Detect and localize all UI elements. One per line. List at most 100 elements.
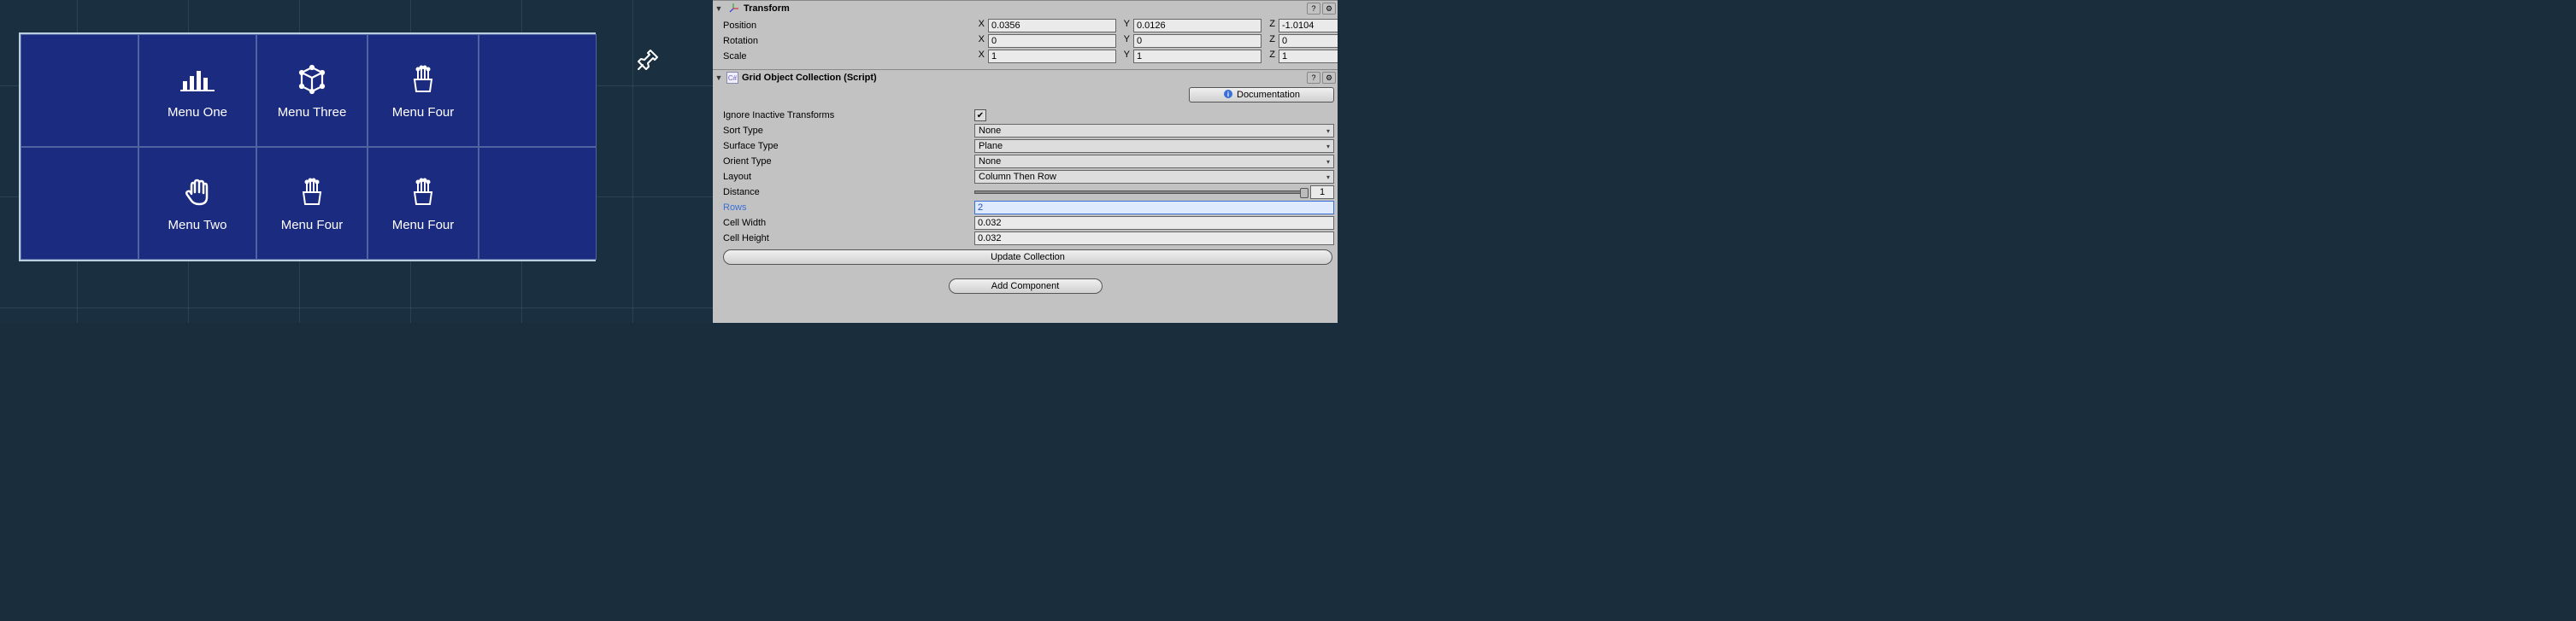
menu-two-label: Menu Two bbox=[168, 218, 227, 232]
layout-dropdown[interactable]: Column Then Row ▾ bbox=[974, 170, 1334, 184]
menu-four-a-label: Menu Four bbox=[392, 105, 455, 120]
transform-component: ▼ Transform ? ⚙ Position X Y Z bbox=[713, 0, 1338, 69]
sort-type-label: Sort Type bbox=[723, 126, 971, 136]
cell-width-row: Cell Width bbox=[723, 215, 1334, 231]
layout-value: Column Then Row bbox=[979, 172, 1056, 182]
add-component-button[interactable]: Add Component bbox=[949, 278, 1103, 294]
menu-four-b-label: Menu Four bbox=[281, 218, 344, 232]
settings-icon[interactable]: ⚙ bbox=[1322, 3, 1336, 15]
pin-icon[interactable] bbox=[636, 48, 660, 76]
orient-type-label: Orient Type bbox=[723, 156, 971, 167]
transform-icon bbox=[726, 2, 740, 15]
position-x-input[interactable] bbox=[988, 19, 1116, 32]
rows-label: Rows bbox=[723, 202, 971, 213]
rows-row: Rows bbox=[723, 200, 1334, 215]
surface-type-value: Plane bbox=[979, 141, 1003, 151]
menu-cell-two[interactable]: Menu Two bbox=[138, 147, 256, 260]
menu-one-label: Menu One bbox=[168, 105, 227, 120]
documentation-button[interactable]: i Documentation bbox=[1189, 87, 1334, 103]
orient-type-dropdown[interactable]: None ▾ bbox=[974, 155, 1334, 168]
cube-icon bbox=[295, 62, 329, 97]
chevron-down-icon: ▾ bbox=[1326, 127, 1330, 135]
transform-title: Transform bbox=[744, 3, 1303, 14]
slider-thumb[interactable] bbox=[1300, 188, 1309, 198]
grid-collection-component: ▼ C# Grid Object Collection (Script) ? ⚙… bbox=[713, 69, 1338, 272]
orient-type-row: Orient Type None ▾ bbox=[723, 154, 1334, 169]
settings-icon[interactable]: ⚙ bbox=[1322, 72, 1336, 84]
menu-cell-four-a[interactable]: Menu Four bbox=[368, 34, 479, 147]
transform-header[interactable]: ▼ Transform ? ⚙ bbox=[713, 1, 1338, 16]
hand-icon bbox=[180, 175, 215, 209]
help-button[interactable]: ? bbox=[1307, 3, 1320, 15]
scale-row: Scale X Y Z bbox=[723, 49, 1334, 64]
axis-x-label: X bbox=[974, 19, 985, 32]
menu-cell-blank-1 bbox=[21, 34, 138, 147]
scale-y-input[interactable] bbox=[1133, 50, 1262, 63]
hand-mesh-icon bbox=[406, 62, 440, 97]
chevron-down-icon: ▾ bbox=[1326, 158, 1330, 166]
chevron-down-icon: ▾ bbox=[1326, 143, 1330, 150]
position-label: Position bbox=[723, 21, 971, 31]
rows-input[interactable] bbox=[974, 201, 1334, 214]
grid-collection-header[interactable]: ▼ C# Grid Object Collection (Script) ? ⚙ bbox=[713, 70, 1338, 85]
orient-type-value: None bbox=[979, 156, 1001, 167]
foldout-icon[interactable]: ▼ bbox=[715, 73, 723, 82]
menu-panel-3d: Menu One Menu Three Menu Four Menu Two bbox=[19, 32, 596, 261]
svg-text:i: i bbox=[1227, 91, 1229, 98]
position-row: Position X Y Z bbox=[723, 18, 1334, 33]
ignore-inactive-checkbox[interactable]: ✔ bbox=[974, 109, 986, 121]
rotation-x-input[interactable] bbox=[988, 34, 1116, 48]
chevron-down-icon: ▾ bbox=[1326, 173, 1330, 181]
rotation-label: Rotation bbox=[723, 36, 971, 46]
cell-height-label: Cell Height bbox=[723, 233, 971, 243]
layout-label: Layout bbox=[723, 172, 971, 182]
axis-z-label: Z bbox=[1265, 19, 1275, 32]
distance-label: Distance bbox=[723, 187, 971, 197]
menu-cell-four-c[interactable]: Menu Four bbox=[368, 147, 479, 260]
inspector-panel: ▼ Transform ? ⚙ Position X Y Z bbox=[713, 0, 1338, 323]
menu-cell-three[interactable]: Menu Three bbox=[256, 34, 368, 147]
menu-cell-four-b[interactable]: Menu Four bbox=[256, 147, 368, 260]
script-icon: C# bbox=[726, 72, 738, 84]
rotation-row: Rotation X Y Z bbox=[723, 33, 1334, 49]
documentation-label: Documentation bbox=[1237, 90, 1300, 100]
bar-chart-icon bbox=[180, 62, 215, 97]
menu-three-label: Menu Three bbox=[278, 105, 347, 120]
cell-height-input[interactable] bbox=[974, 231, 1334, 245]
ignore-inactive-row: Ignore Inactive Transforms ✔ bbox=[723, 108, 1334, 123]
menu-cell-one[interactable]: Menu One bbox=[138, 34, 256, 147]
menu-four-c-label: Menu Four bbox=[392, 218, 455, 232]
cell-height-row: Cell Height bbox=[723, 231, 1334, 246]
scene-viewport[interactable]: Menu One Menu Three Menu Four Menu Two bbox=[0, 0, 713, 323]
sort-type-row: Sort Type None ▾ bbox=[723, 123, 1334, 138]
grid-collection-title: Grid Object Collection (Script) bbox=[742, 73, 1303, 83]
axis-y-label: Y bbox=[1120, 19, 1130, 32]
distance-value[interactable]: 1 bbox=[1310, 185, 1334, 199]
documentation-icon: i bbox=[1223, 89, 1233, 102]
cell-width-input[interactable] bbox=[974, 216, 1334, 230]
position-y-input[interactable] bbox=[1133, 19, 1262, 32]
update-collection-label: Update Collection bbox=[991, 252, 1065, 262]
scale-z-input[interactable] bbox=[1279, 50, 1338, 63]
sort-type-dropdown[interactable]: None ▾ bbox=[974, 124, 1334, 138]
scale-label: Scale bbox=[723, 51, 971, 62]
surface-type-row: Surface Type Plane ▾ bbox=[723, 138, 1334, 154]
update-collection-button[interactable]: Update Collection bbox=[723, 249, 1332, 265]
menu-cell-blank-2 bbox=[479, 34, 597, 147]
distance-slider[interactable] bbox=[974, 190, 1305, 194]
ignore-inactive-label: Ignore Inactive Transforms bbox=[723, 110, 971, 120]
menu-cell-blank-4 bbox=[479, 147, 597, 260]
position-z-input[interactable] bbox=[1279, 19, 1338, 32]
add-component-label: Add Component bbox=[991, 281, 1060, 291]
sort-type-value: None bbox=[979, 126, 1001, 136]
distance-row: Distance 1 bbox=[723, 185, 1334, 200]
surface-type-dropdown[interactable]: Plane ▾ bbox=[974, 139, 1334, 153]
rotation-z-input[interactable] bbox=[1279, 34, 1338, 48]
scale-x-input[interactable] bbox=[988, 50, 1116, 63]
help-button[interactable]: ? bbox=[1307, 72, 1320, 84]
surface-type-label: Surface Type bbox=[723, 141, 971, 151]
rotation-y-input[interactable] bbox=[1133, 34, 1262, 48]
menu-cell-blank-3 bbox=[21, 147, 138, 260]
foldout-icon[interactable]: ▼ bbox=[715, 4, 723, 13]
hand-mesh-icon bbox=[295, 175, 329, 209]
